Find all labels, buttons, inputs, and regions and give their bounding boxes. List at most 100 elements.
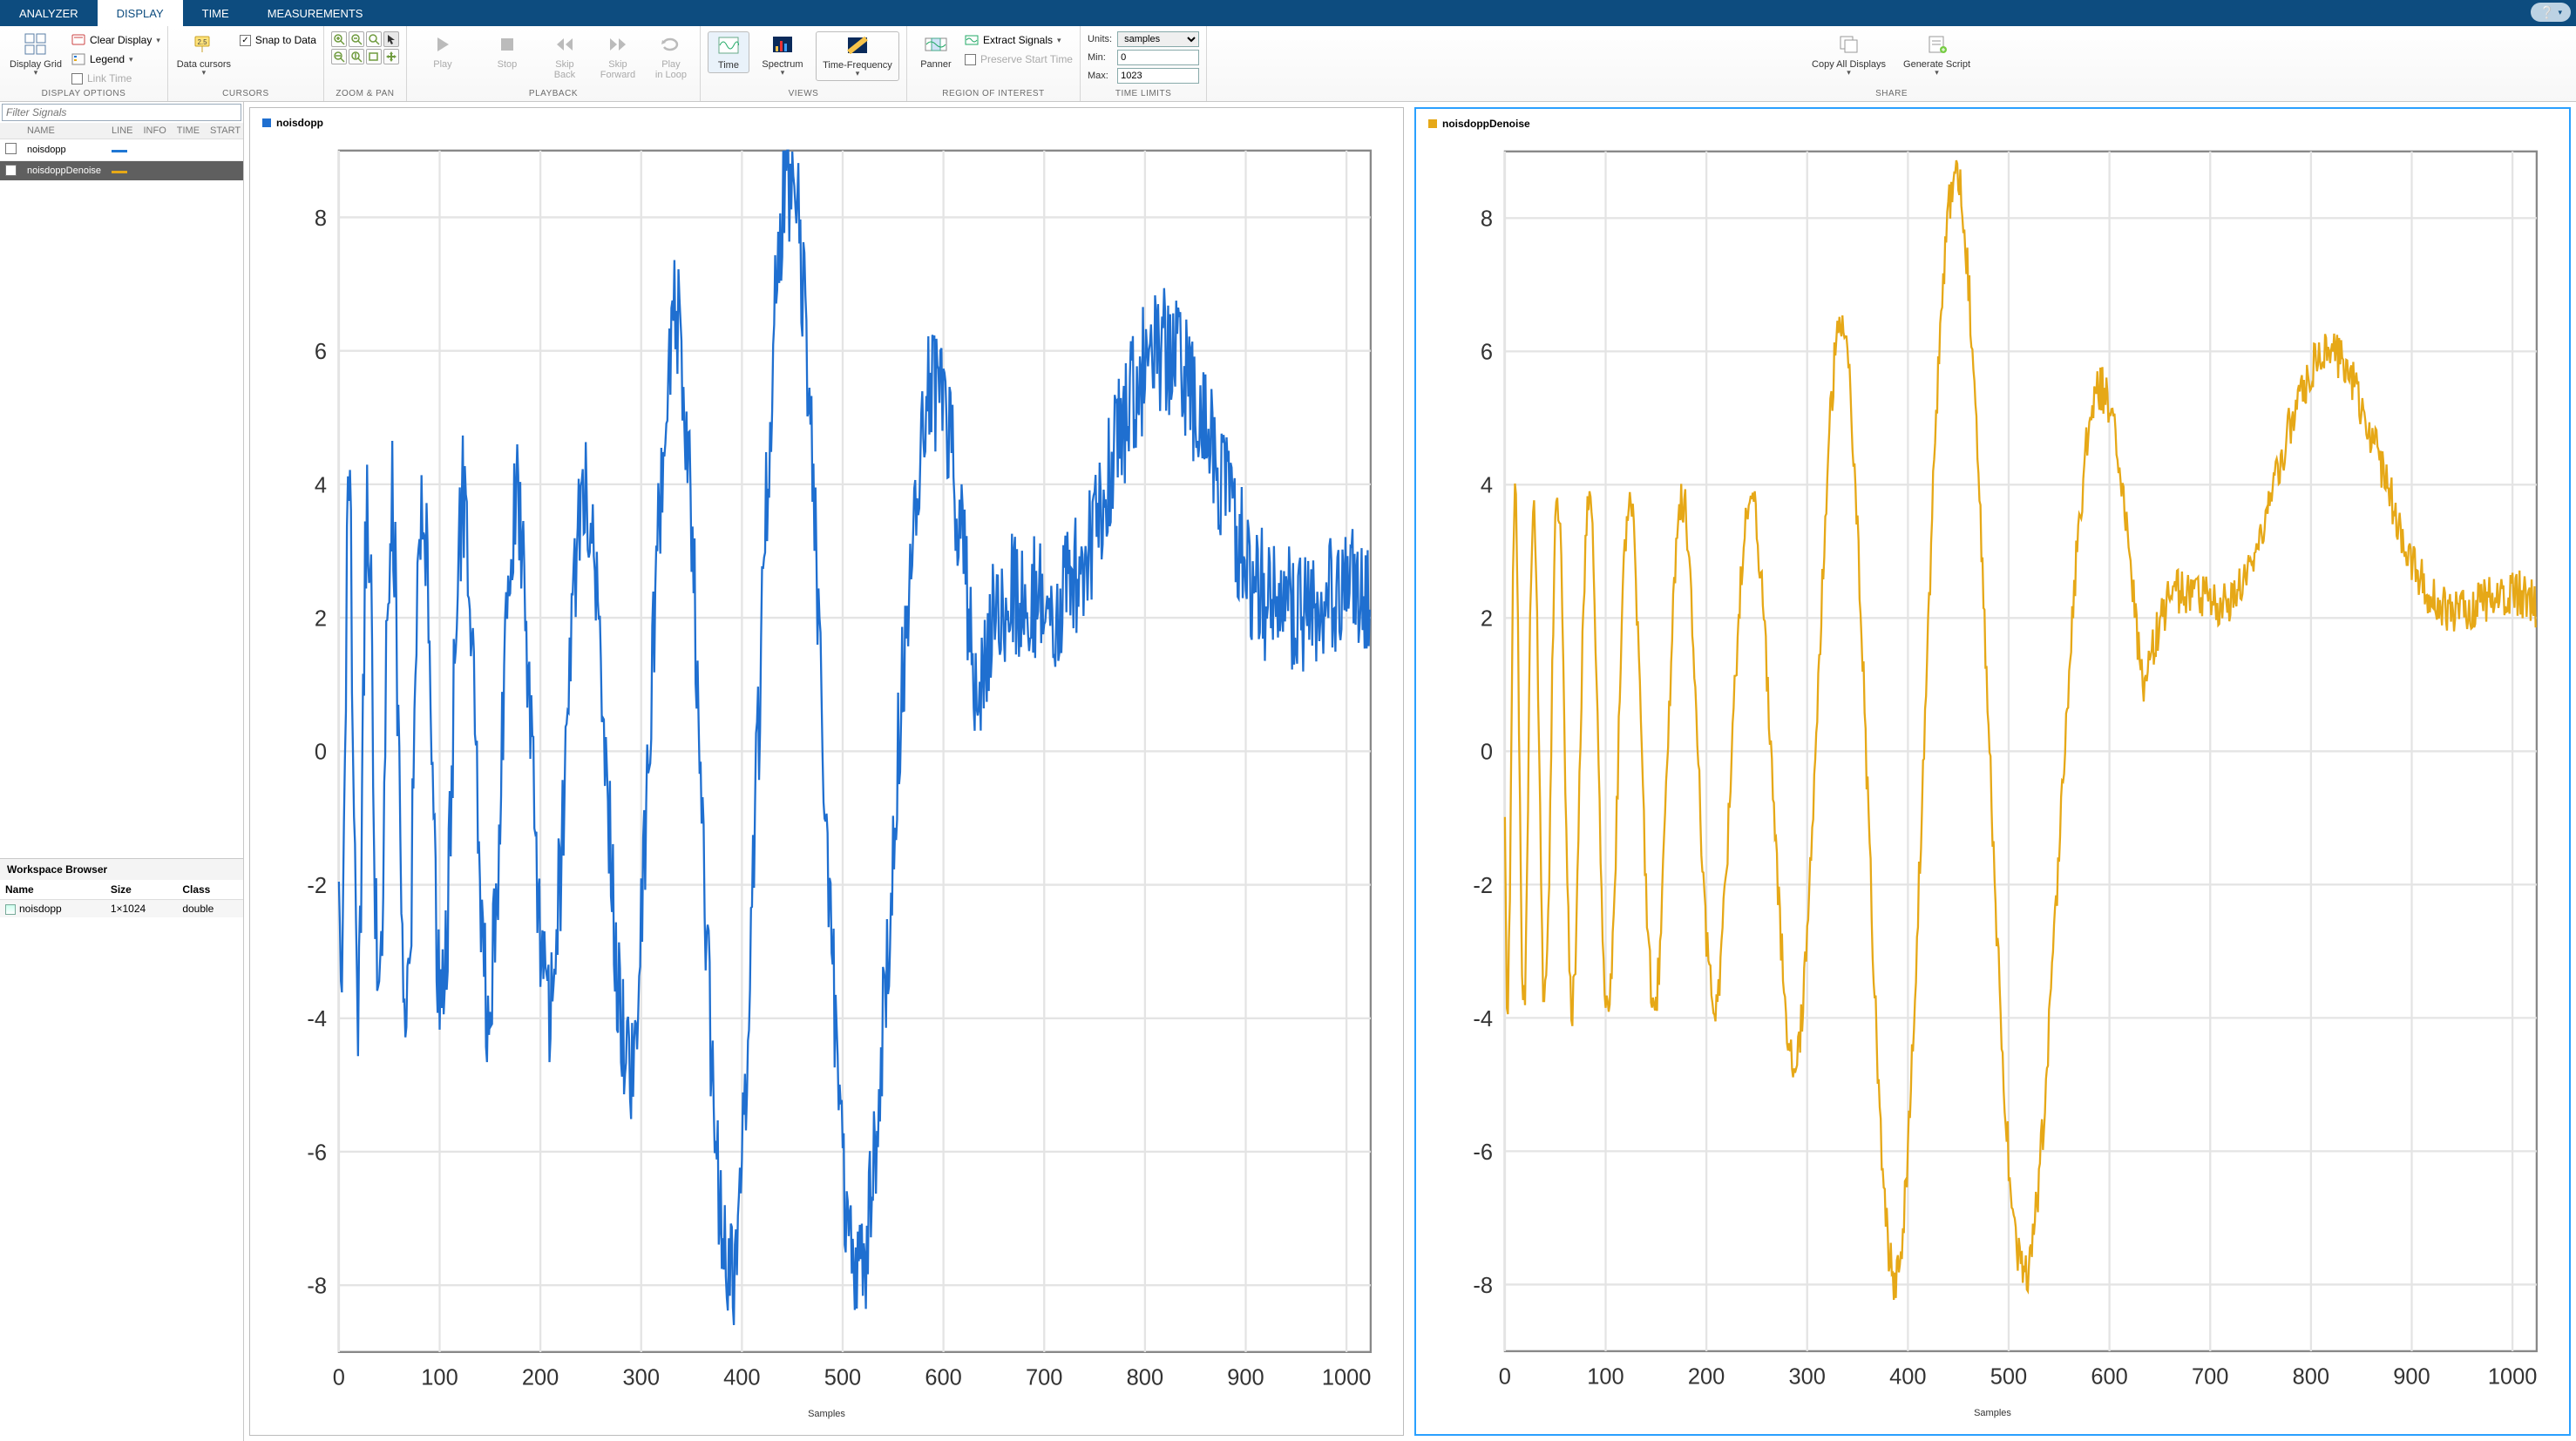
preserve-checkbox [965,54,976,65]
svg-text:100: 100 [421,1365,458,1390]
svg-text:800: 800 [2293,1364,2329,1389]
svg-text:6: 6 [315,340,327,364]
svg-text:700: 700 [2192,1364,2228,1389]
zoom-xy-icon[interactable] [366,49,382,64]
fit-icon[interactable] [366,31,382,47]
clear-display-button[interactable]: Clear Display▾ [71,31,160,49]
extract-icon [965,33,979,47]
signal-row[interactable]: noisdopp [0,139,243,161]
snap-to-data-check[interactable]: ✓ Snap to Data [240,31,316,49]
legend-label: noisdoppDenoise [1442,118,1530,130]
signal-line-swatch [112,171,127,173]
tab-measurements[interactable]: MEASUREMENTS [248,0,383,26]
group-label-time-limits: TIME LIMITS [1088,89,1199,99]
zoom-x-icon[interactable] [331,49,347,64]
svg-text:400: 400 [723,1365,760,1390]
view-time-button[interactable]: Time [708,31,749,73]
zoom-out-icon[interactable] [349,31,364,47]
signal-checkbox[interactable]: ✓ [5,165,17,176]
variable-icon [5,904,16,915]
extract-signals-button[interactable]: Extract Signals▾ [965,31,1073,49]
svg-text:-6: -6 [307,1140,327,1165]
svg-text:4: 4 [315,473,327,497]
svg-text:4: 4 [1481,474,1493,498]
group-views: Time Spectrum▾ Time-Frequency▾ VIEWS [701,26,907,101]
time-view-icon [717,34,740,57]
zoom-in-icon[interactable] [331,31,347,47]
svg-text:-6: -6 [1473,1140,1493,1165]
ws-col-size[interactable]: Size [105,880,178,900]
panner-button[interactable]: Panner [914,31,958,70]
col-name[interactable]: NAME [22,123,106,139]
help-button[interactable]: ❔ [2531,3,2571,22]
col-info[interactable]: INFO [138,123,171,139]
max-input[interactable] [1117,68,1199,84]
tab-display[interactable]: DISPLAY [98,0,183,26]
svg-text:-8: -8 [1473,1274,1493,1298]
svg-text:6: 6 [1481,341,1493,365]
group-label-roi: REGION OF INTEREST [914,89,1073,99]
group-label-zoom: ZOOM & PAN [331,89,399,99]
main-area: NAME LINE INFO TIME START noisdopp ✓ noi… [0,102,2576,1441]
svg-text:100: 100 [1587,1364,1624,1389]
signal-row[interactable]: ✓ noisdoppDenoise [0,161,243,180]
svg-text:0: 0 [333,1365,345,1390]
workspace-browser: Workspace Browser Name Size Class noisdo… [0,859,243,917]
pan-icon[interactable] [383,49,399,64]
group-playback: Play Stop Skip Back Skip Forward Play in… [407,26,701,101]
filter-signals-input[interactable] [2,104,241,121]
units-select[interactable]: samples [1117,31,1199,47]
svg-text:300: 300 [1789,1364,1826,1389]
axes[interactable]: -8-6-4-202468010020030040050060070080090… [1428,135,2557,1404]
skip-fwd-icon [607,33,629,56]
group-label-views: VIEWS [708,89,899,99]
skip-fwd-button: Skip Forward [593,31,642,80]
plot-panel[interactable]: noisdoppDenoise -8-6-4-20246801002003004… [1414,107,2571,1436]
pointer-icon[interactable] [383,31,399,47]
svg-text:-2: -2 [307,874,327,898]
zoom-y-icon[interactable] [349,49,364,64]
view-spectrum-button[interactable]: Spectrum▾ [756,31,809,78]
signal-name: noisdopp [22,139,106,161]
col-line[interactable]: LINE [106,123,138,139]
copy-displays-button[interactable]: Copy All Displays▾ [1807,31,1891,78]
tab-time[interactable]: TIME [183,0,248,26]
tab-analyzer[interactable]: ANALYZER [0,0,98,26]
view-tf-button[interactable]: Time-Frequency▾ [816,31,899,81]
svg-text:-4: -4 [1473,1007,1493,1032]
col-start[interactable]: START [205,123,243,139]
display-grid-button[interactable]: Display Grid ▾ [7,31,64,78]
plot-panel[interactable]: noisdopp -8-6-4-202468010020030040050060… [249,107,1404,1436]
legend-button[interactable]: Legend▾ [71,51,160,68]
svg-text:600: 600 [925,1365,961,1390]
ws-col-class[interactable]: Class [177,880,243,900]
play-button: Play [414,31,471,70]
snap-checkbox[interactable]: ✓ [240,35,251,46]
data-cursors-button[interactable]: 2.5 Data cursors ▾ [175,31,233,78]
max-label: Max: [1088,71,1112,81]
axes[interactable]: -8-6-4-202468010020030040050060070080090… [262,134,1391,1405]
workspace-row[interactable]: noisdopp1×1024double [0,900,243,918]
svg-text:500: 500 [824,1365,861,1390]
grid-icon [24,33,47,56]
play-icon [431,33,454,56]
x-axis-label: Samples [262,1409,1391,1419]
ws-col-name[interactable]: Name [0,880,105,900]
svg-text:2.5: 2.5 [197,38,207,46]
svg-text:500: 500 [1990,1364,2027,1389]
col-time[interactable]: TIME [172,123,205,139]
svg-text:-2: -2 [1473,874,1493,898]
svg-text:900: 900 [2393,1364,2430,1389]
script-icon [1926,33,1949,56]
zoom-pan-tools [331,31,399,64]
clear-display-icon [71,33,85,47]
svg-text:200: 200 [1688,1364,1725,1389]
signal-checkbox[interactable] [5,143,17,154]
group-zoom-pan: ZOOM & PAN [324,26,407,101]
link-time-checkbox [71,73,83,85]
svg-text:0: 0 [1481,741,1493,765]
min-input[interactable] [1117,50,1199,65]
generate-script-button[interactable]: Generate Script▾ [1898,31,1976,78]
left-pane: NAME LINE INFO TIME START noisdopp ✓ noi… [0,102,244,1441]
stop-button: Stop [478,31,536,70]
